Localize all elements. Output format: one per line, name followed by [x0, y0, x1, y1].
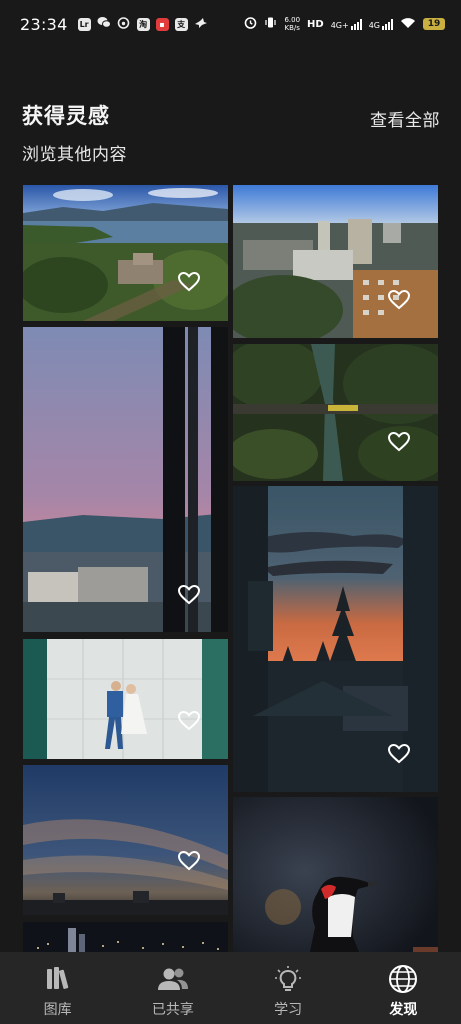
alarm-icon [244, 16, 257, 32]
weibo-icon [117, 15, 131, 33]
heart-outline-icon[interactable] [178, 585, 200, 605]
photo-image [233, 797, 438, 952]
library-books-icon [44, 964, 72, 994]
bird-app-icon [194, 15, 208, 33]
status-indicators: 6.00 KB/s HD 4G+ 4G 19 [244, 16, 445, 32]
photo-window-dusk[interactable] [23, 327, 228, 632]
photo-lake-estate[interactable] [23, 185, 228, 321]
heart-outline-icon[interactable] [388, 290, 410, 310]
photo-image [23, 639, 228, 759]
signal-bars-icon [350, 18, 362, 30]
bottom-tab-bar: 图库 已共享 学习 发现 [0, 952, 461, 1024]
photo-evening-sky[interactable] [23, 765, 228, 915]
tab-label: 发现 [389, 1002, 418, 1018]
photo-image [233, 185, 438, 338]
status-time: 23:34 [20, 14, 68, 34]
signal-2: 4G [369, 18, 393, 30]
lightroom-app-icon: Lr [77, 17, 91, 31]
wechat-icon [97, 15, 111, 33]
tab-discover[interactable]: 发现 [346, 952, 461, 1024]
photo-sunset-pines[interactable] [233, 486, 438, 792]
tab-label: 图库 [43, 1002, 72, 1018]
signal-1: 4G+ [331, 18, 362, 30]
heart-outline-icon[interactable] [388, 432, 410, 452]
alipay-app-icon: 支 [174, 17, 188, 31]
taobao-app-icon: 淘 [136, 17, 150, 31]
globe-icon [388, 964, 418, 994]
tab-learn[interactable]: 学习 [231, 952, 346, 1024]
heart-outline-icon[interactable] [388, 744, 410, 764]
photo-image [23, 922, 228, 952]
lightbulb-icon [274, 964, 302, 994]
heart-outline-icon[interactable] [178, 272, 200, 292]
signal-bars-icon [382, 18, 393, 30]
section-subtitle: 浏览其他内容 [22, 145, 127, 165]
photo-image [23, 185, 228, 321]
section-title: 获得灵感 [22, 104, 110, 128]
network-speed: 6.00 KB/s [284, 16, 301, 32]
app-red-icon: ▪ [155, 17, 169, 31]
heart-outline-icon[interactable] [178, 851, 200, 871]
vibrate-icon [264, 16, 277, 32]
photo-image [233, 344, 438, 481]
photo-river-bridge[interactable] [233, 344, 438, 481]
tab-label: 学习 [274, 1002, 303, 1018]
photo-city-aerial[interactable] [233, 185, 438, 338]
heart-outline-icon[interactable] [178, 711, 200, 731]
shared-people-icon [157, 964, 189, 994]
status-bar: 23:34 Lr 淘 ▪ 支 6.00 KB/s HD 4G+ 4G 19 [0, 0, 461, 48]
photo-grid[interactable] [0, 184, 461, 952]
tab-library[interactable]: 图库 [0, 952, 115, 1024]
hd-badge: HD [307, 18, 324, 30]
battery-indicator: 19 [423, 18, 445, 30]
status-app-icons: Lr 淘 ▪ 支 [77, 15, 208, 33]
photo-night-city[interactable] [23, 922, 228, 952]
photo-image [23, 765, 228, 915]
tab-shared[interactable]: 已共享 [115, 952, 230, 1024]
tab-label: 已共享 [151, 1002, 194, 1018]
view-all-link[interactable]: 查看全部 [370, 106, 440, 131]
photo-wedding-couple[interactable] [23, 639, 228, 759]
photo-woodpecker[interactable] [233, 797, 438, 952]
wifi-icon [400, 17, 416, 32]
